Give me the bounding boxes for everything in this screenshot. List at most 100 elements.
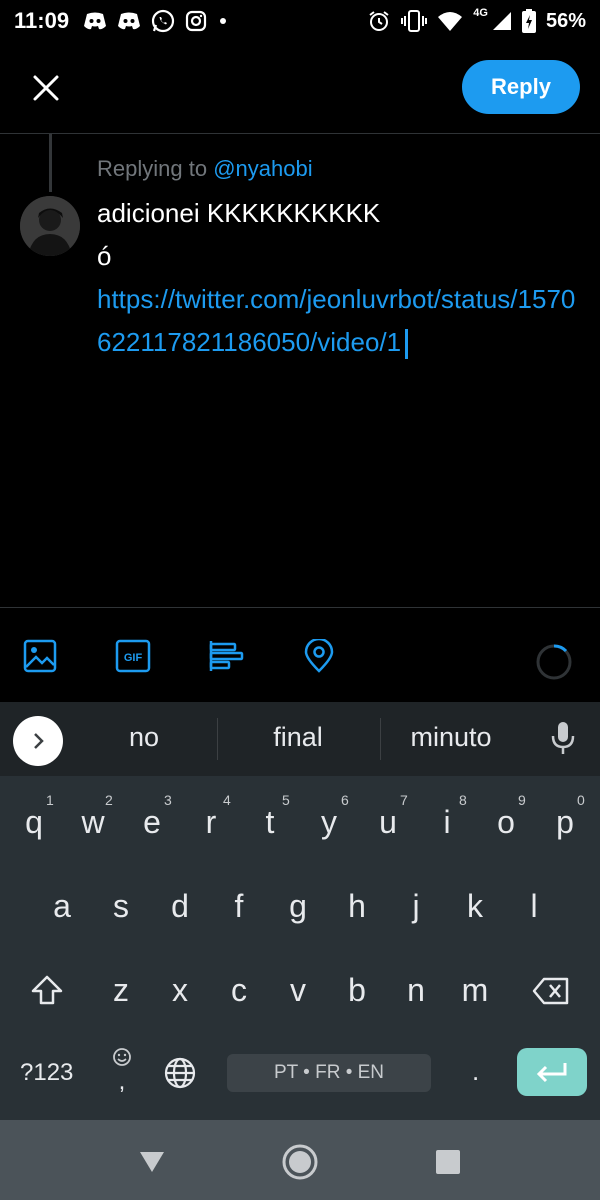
- key-z[interactable]: z: [96, 972, 146, 1009]
- period-key[interactable]: .: [472, 1056, 479, 1087]
- key-n[interactable]: n: [391, 972, 441, 1009]
- chevron-right-icon: [34, 733, 44, 749]
- home-icon: [282, 1144, 318, 1180]
- vibrate-icon: [401, 9, 428, 33]
- enter-key[interactable]: [517, 1048, 587, 1096]
- mic-icon[interactable]: [550, 720, 576, 756]
- suggestion-bar: no final minuto: [0, 702, 600, 776]
- key-m[interactable]: m: [450, 972, 500, 1009]
- key-hint: 2: [105, 792, 113, 808]
- compose-header: Reply: [0, 42, 600, 134]
- globe-icon: [164, 1057, 196, 1089]
- key-hint: 6: [341, 792, 349, 808]
- compose-textarea[interactable]: adicionei KKKKKKKKKK ó https://twitter.c…: [97, 192, 587, 364]
- dot-icon: [217, 15, 229, 27]
- key-y[interactable]: y: [304, 804, 354, 841]
- image-button[interactable]: [22, 638, 58, 674]
- key-r[interactable]: r: [186, 804, 236, 841]
- close-button[interactable]: [26, 68, 66, 108]
- alarm-icon: [367, 9, 391, 33]
- key-h[interactable]: h: [332, 888, 382, 925]
- key-q[interactable]: q: [9, 804, 59, 841]
- battery-percent: 56%: [545, 9, 586, 32]
- text-caret: [405, 329, 409, 360]
- discord-icon: [117, 11, 141, 31]
- suggestion-expand-button[interactable]: [13, 716, 63, 766]
- compose-toolbar: GIF: [0, 607, 600, 702]
- key-c[interactable]: c: [214, 972, 264, 1009]
- comma-label: ,: [118, 1068, 126, 1095]
- key-o[interactable]: o: [481, 804, 531, 841]
- close-icon: [33, 75, 59, 101]
- symbols-key[interactable]: ?123: [20, 1059, 73, 1087]
- replying-handle[interactable]: @nyahobi: [213, 156, 312, 181]
- enter-icon: [536, 1063, 567, 1083]
- avatar[interactable]: [20, 196, 80, 256]
- image-icon: [23, 639, 57, 673]
- emoji-comma-key[interactable]: ,: [108, 1046, 136, 1095]
- key-hint: 5: [282, 792, 290, 808]
- location-button[interactable]: [301, 638, 337, 674]
- recents-button[interactable]: [428, 1142, 468, 1182]
- replying-prefix: Replying to: [97, 156, 208, 181]
- language-key[interactable]: [163, 1056, 197, 1097]
- divider: [380, 718, 381, 760]
- key-hint: 8: [459, 792, 467, 808]
- key-b[interactable]: b: [332, 972, 382, 1009]
- reply-button[interactable]: Reply: [462, 60, 580, 114]
- key-f[interactable]: f: [214, 888, 264, 925]
- key-j[interactable]: j: [391, 888, 441, 925]
- backspace-key[interactable]: [532, 976, 570, 1013]
- divider: [217, 718, 218, 760]
- avatar-image: [20, 196, 80, 256]
- suggestion-word[interactable]: no: [94, 722, 194, 753]
- instagram-icon: [185, 10, 207, 32]
- wifi-icon: [437, 10, 463, 32]
- suggestion-word[interactable]: final: [233, 722, 363, 753]
- poll-button[interactable]: [208, 638, 244, 674]
- compose-line: adicionei KKKKKKKKKK: [97, 198, 381, 228]
- key-e[interactable]: e: [127, 804, 177, 841]
- character-count-ring: [536, 644, 572, 680]
- key-p[interactable]: p: [540, 804, 590, 841]
- key-hint: 4: [223, 792, 231, 808]
- battery-charging-icon: [521, 9, 536, 33]
- key-s[interactable]: s: [96, 888, 146, 925]
- key-w[interactable]: w: [68, 804, 118, 841]
- backspace-icon: [532, 977, 569, 1005]
- emoji-icon: [113, 1048, 131, 1066]
- key-t[interactable]: t: [245, 804, 295, 841]
- status-time: 11:09: [14, 8, 70, 33]
- compose-line: ó: [97, 241, 112, 271]
- svg-text:GIF: GIF: [124, 652, 143, 664]
- discord-icon: [83, 11, 107, 31]
- key-v[interactable]: v: [273, 972, 323, 1009]
- key-d[interactable]: d: [155, 888, 205, 925]
- space-bar[interactable]: PT • FR • EN: [227, 1054, 431, 1092]
- key-a[interactable]: a: [37, 888, 87, 925]
- key-u[interactable]: u: [363, 804, 413, 841]
- key-k[interactable]: k: [450, 888, 500, 925]
- compose-link[interactable]: https://twitter.com/jeonluvrbot/status/1…: [97, 284, 575, 357]
- key-g[interactable]: g: [273, 888, 323, 925]
- system-navbar: [0, 1120, 600, 1200]
- recents-icon: [436, 1150, 460, 1174]
- status-bar: 11:09 4G 56%: [0, 0, 600, 42]
- key-i[interactable]: i: [422, 804, 472, 841]
- keyboard: q w e r t y u i o p 1 2 3 4 5 6 7 8 9 0 …: [0, 776, 600, 1120]
- network-type-label: 4G: [473, 7, 488, 19]
- gif-button[interactable]: GIF: [115, 638, 151, 674]
- key-hint: 3: [164, 792, 172, 808]
- back-icon: [140, 1152, 164, 1172]
- signal-icon: [492, 11, 512, 31]
- suggestion-word[interactable]: minuto: [391, 722, 511, 753]
- shift-key[interactable]: [30, 974, 64, 1013]
- key-l[interactable]: l: [509, 888, 559, 925]
- home-button[interactable]: [280, 1142, 320, 1182]
- back-button[interactable]: [132, 1142, 172, 1182]
- whatsapp-icon: [151, 9, 175, 33]
- key-x[interactable]: x: [155, 972, 205, 1009]
- poll-icon: [209, 641, 244, 671]
- gif-icon: GIF: [115, 639, 151, 673]
- replying-to: Replying to @nyahobi: [97, 156, 313, 182]
